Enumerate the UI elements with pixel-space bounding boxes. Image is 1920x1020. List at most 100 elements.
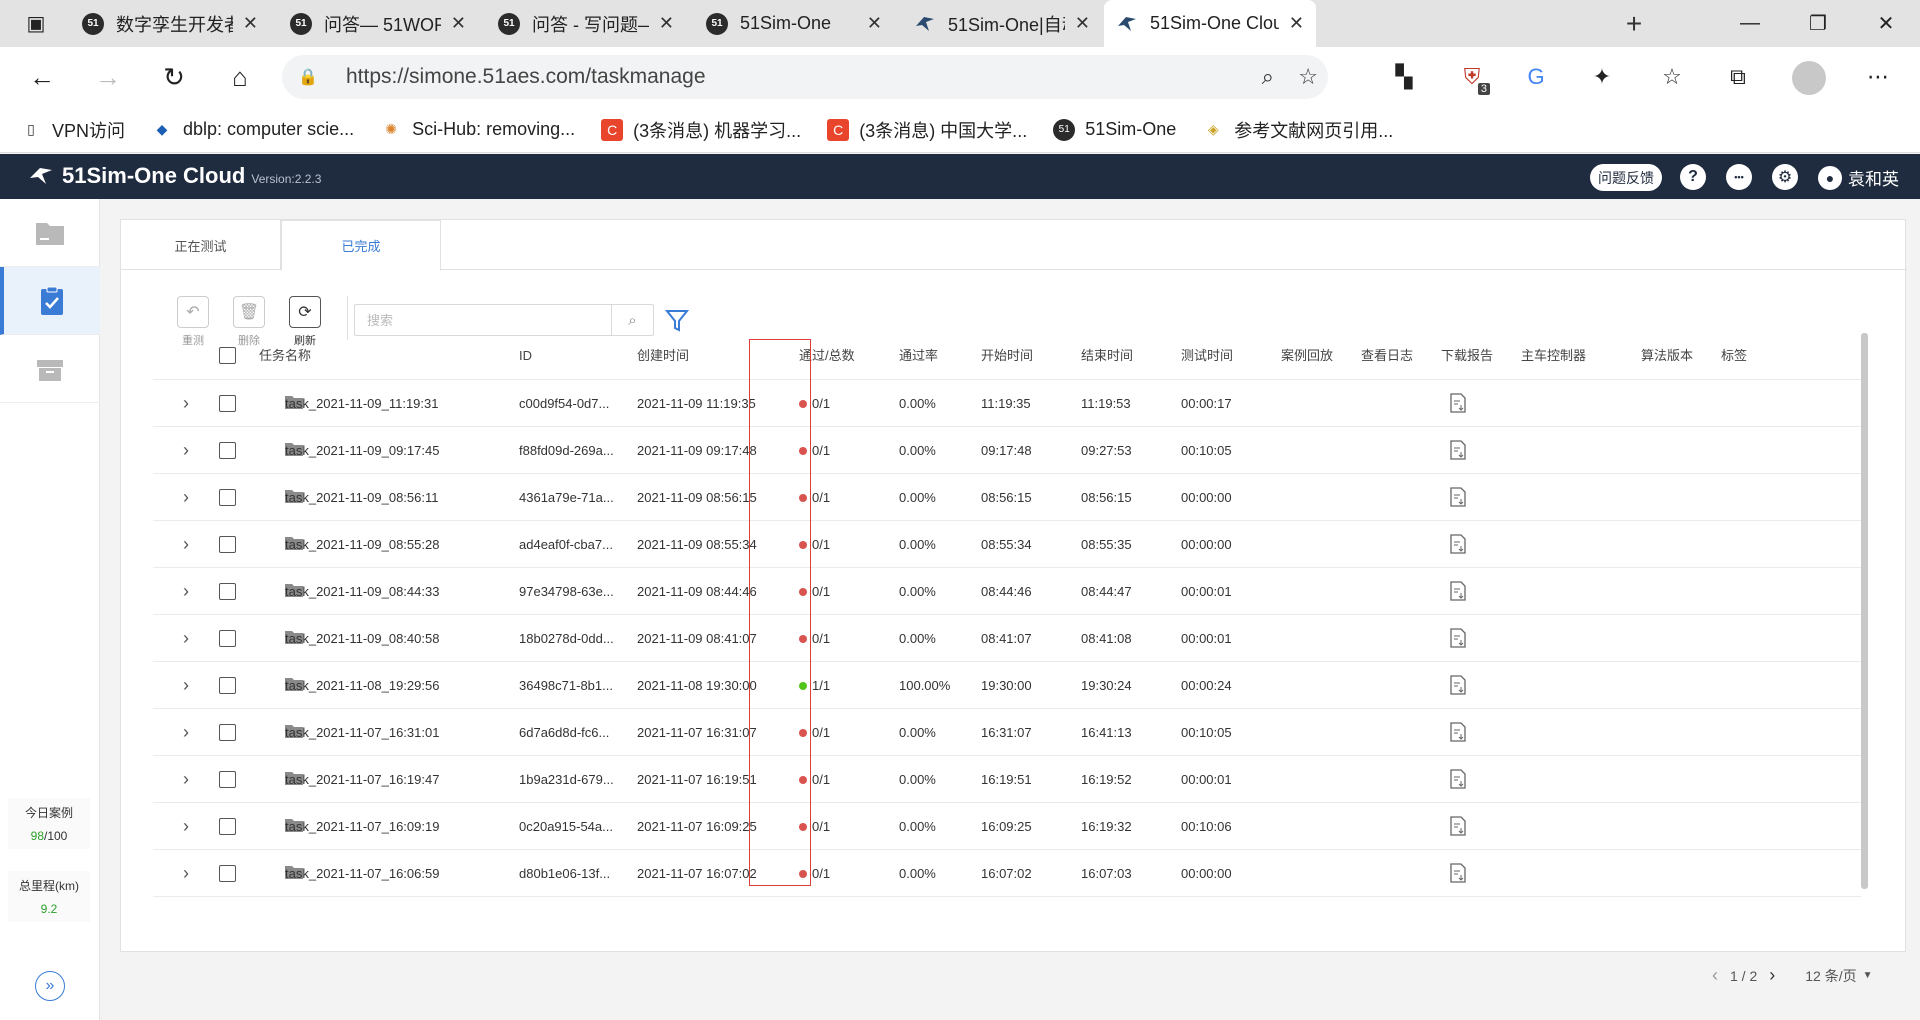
col-task-name-cell[interactable]: task_2021-11-09_08:40:58 <box>285 615 439 662</box>
row-checkbox[interactable] <box>219 442 236 459</box>
tab-actions-icon[interactable]: ▣ <box>8 0 64 47</box>
download-report-icon[interactable] <box>1449 675 1467 696</box>
tab-close-icon[interactable]: ✕ <box>243 13 258 34</box>
expand-row-icon[interactable]: › <box>183 709 189 756</box>
download-report-icon[interactable] <box>1449 863 1467 884</box>
row-checkbox[interactable] <box>219 489 236 506</box>
more-icon[interactable]: ••• <box>1726 164 1752 190</box>
expand-row-icon[interactable]: › <box>183 380 189 427</box>
expand-row-icon[interactable]: › <box>183 615 189 662</box>
browser-tab[interactable]: 51 51Sim-One ✕ <box>694 0 894 47</box>
col-task-name-cell[interactable]: task_2021-11-07_16:19:47 <box>285 756 439 803</box>
tab-close-icon[interactable]: ✕ <box>451 13 466 34</box>
browser-tab[interactable]: 51Sim-One|自动驾驶 ✕ <box>902 0 1102 47</box>
col-task-name-cell[interactable]: task_2021-11-07_16:09:19 <box>285 803 439 850</box>
tab-close-icon[interactable]: ✕ <box>867 13 882 34</box>
profile-avatar[interactable] <box>1792 61 1826 95</box>
row-checkbox[interactable] <box>219 395 236 412</box>
download-report-icon[interactable] <box>1449 393 1467 414</box>
zoom-icon[interactable]: ⌕ <box>1262 64 1274 90</box>
row-checkbox[interactable] <box>219 865 236 882</box>
expand-row-icon[interactable]: › <box>183 427 189 474</box>
table-row[interactable]: › task_2021-11-07_16:19:47 1b9a231d-679...… <box>153 756 1861 803</box>
expand-row-icon[interactable]: › <box>183 568 189 615</box>
address-bar[interactable]: 🔒 https://simone.51aes.com/taskmanage ⌕ … <box>282 55 1328 99</box>
app-logo[interactable]: 51Sim-One Cloud Version:2.2.3 <box>28 163 321 189</box>
download-report-icon[interactable] <box>1449 487 1467 508</box>
col-task-name-cell[interactable]: task_2021-11-07_16:31:01 <box>285 709 439 756</box>
ublock-icon[interactable]: ⛨ 3 <box>1454 59 1490 95</box>
browser-tab[interactable]: 51 问答— 51WORLD社 ✕ <box>278 0 478 47</box>
table-scrollbar[interactable] <box>1861 333 1868 889</box>
translate-icon[interactable]: G <box>1518 59 1554 95</box>
col-task-name-cell[interactable]: task_2021-11-09_08:55:28 <box>285 521 439 568</box>
lock-icon[interactable]: 🔒 <box>298 67 326 87</box>
search-icon[interactable]: ⌕ <box>611 305 653 335</box>
help-icon[interactable]: ? <box>1680 164 1706 190</box>
expand-row-icon[interactable]: › <box>183 474 189 521</box>
expand-row-icon[interactable]: › <box>183 850 189 897</box>
bookmark-item[interactable]: ◈ 参考文献网页引用... <box>1202 117 1393 143</box>
row-checkbox[interactable] <box>219 677 236 694</box>
table-row[interactable]: › task_2021-11-08_19:29:56 36498c71-8b1...… <box>153 662 1861 709</box>
feedback-button[interactable]: 问题反馈 <box>1590 164 1662 191</box>
bookmark-item[interactable]: C (3条消息) 中国大学... <box>827 117 1027 143</box>
tab-completed[interactable]: 已完成 <box>281 220 441 271</box>
page-size-select[interactable]: 12 条/页 <box>1805 966 1856 986</box>
select-all-checkbox[interactable] <box>219 347 236 364</box>
row-checkbox[interactable] <box>219 724 236 741</box>
col-task-name-cell[interactable]: task_2021-11-09_08:44:33 <box>285 568 439 615</box>
extensions-icon[interactable]: ✦ <box>1584 59 1620 95</box>
prev-page-icon[interactable]: ‹ <box>1712 965 1718 986</box>
sidebar-item-tasks[interactable] <box>0 267 100 335</box>
forward-icon[interactable]: → <box>88 57 128 97</box>
tab-close-icon[interactable]: ✕ <box>659 13 674 34</box>
filter-icon[interactable] <box>665 308 689 334</box>
favorite-add-icon[interactable]: ☆ <box>1298 64 1318 90</box>
new-tab-button[interactable]: + <box>1612 0 1656 47</box>
table-row[interactable]: › task_2021-11-09_08:55:28 ad4eaf0f-cba7..… <box>153 521 1861 568</box>
restore-icon[interactable]: ❐ <box>1784 0 1852 47</box>
next-page-icon[interactable]: › <box>1769 965 1775 986</box>
tab-close-icon[interactable]: ✕ <box>1075 13 1090 34</box>
expand-row-icon[interactable]: › <box>183 662 189 709</box>
user-menu[interactable]: ● 袁和英 <box>1818 165 1899 190</box>
browser-tab[interactable]: 51 问答 - 写问题— 51\ ✕ <box>486 0 686 47</box>
collections-icon[interactable]: ⧉ <box>1720 59 1756 95</box>
col-task-name-cell[interactable]: task_2021-11-09_09:17:45 <box>285 427 439 474</box>
download-report-icon[interactable] <box>1449 769 1467 790</box>
expand-row-icon[interactable]: › <box>183 756 189 803</box>
col-task-name-cell[interactable]: task_2021-11-07_16:06:59 <box>285 850 439 897</box>
row-checkbox[interactable] <box>219 630 236 647</box>
table-row[interactable]: › task_2021-11-07_16:31:01 6d7a6d8d-fc6...… <box>153 709 1861 756</box>
table-row[interactable]: › task_2021-11-09_08:40:58 18b0278d-0dd...… <box>153 615 1861 662</box>
bookmark-item[interactable]: C (3条消息) 机器学习... <box>601 117 801 143</box>
url-text[interactable]: https://simone.51aes.com/taskmanage <box>346 65 706 89</box>
table-row[interactable]: › task_2021-11-07_16:06:59 d80b1e06-13f...… <box>153 850 1861 897</box>
back-icon[interactable]: ← <box>22 57 62 97</box>
sidebar-item-archive[interactable] <box>0 335 100 403</box>
home-icon[interactable]: ⌂ <box>220 57 260 97</box>
download-report-icon[interactable] <box>1449 581 1467 602</box>
col-task-name-cell[interactable]: task_2021-11-09_11:19:31 <box>285 380 438 427</box>
table-row[interactable]: › task_2021-11-09_09:17:45 f88fd09d-269a..… <box>153 427 1861 474</box>
download-report-icon[interactable] <box>1449 534 1467 555</box>
bookmark-item[interactable]: ▯ VPN访问 <box>20 117 125 143</box>
search-input[interactable] <box>355 305 611 335</box>
settings-gear-icon[interactable]: ⚙ <box>1772 164 1798 190</box>
bookmark-item[interactable]: ✺ Sci-Hub: removing... <box>380 119 575 141</box>
col-task-name-cell[interactable]: task_2021-11-08_19:29:56 <box>285 662 439 709</box>
minimize-icon[interactable]: — <box>1716 0 1784 47</box>
row-checkbox[interactable] <box>219 583 236 600</box>
expand-row-icon[interactable]: › <box>183 521 189 568</box>
browser-tab[interactable]: 51 数字孪生开发者交流 ✕ <box>70 0 270 47</box>
reload-icon[interactable]: ↻ <box>154 57 194 97</box>
row-checkbox[interactable] <box>219 818 236 835</box>
table-row[interactable]: › task_2021-11-09_08:56:11 4361a79e-71a...… <box>153 474 1861 521</box>
favorites-icon[interactable]: ☆ <box>1654 59 1690 95</box>
sidebar-expand-button[interactable]: » <box>35 971 65 1001</box>
download-report-icon[interactable] <box>1449 722 1467 743</box>
download-report-icon[interactable] <box>1449 440 1467 461</box>
table-row[interactable]: › task_2021-11-09_08:44:33 97e34798-63e...… <box>153 568 1861 615</box>
browser-tab[interactable]: 51Sim-One Cloud ✕ <box>1104 0 1316 47</box>
